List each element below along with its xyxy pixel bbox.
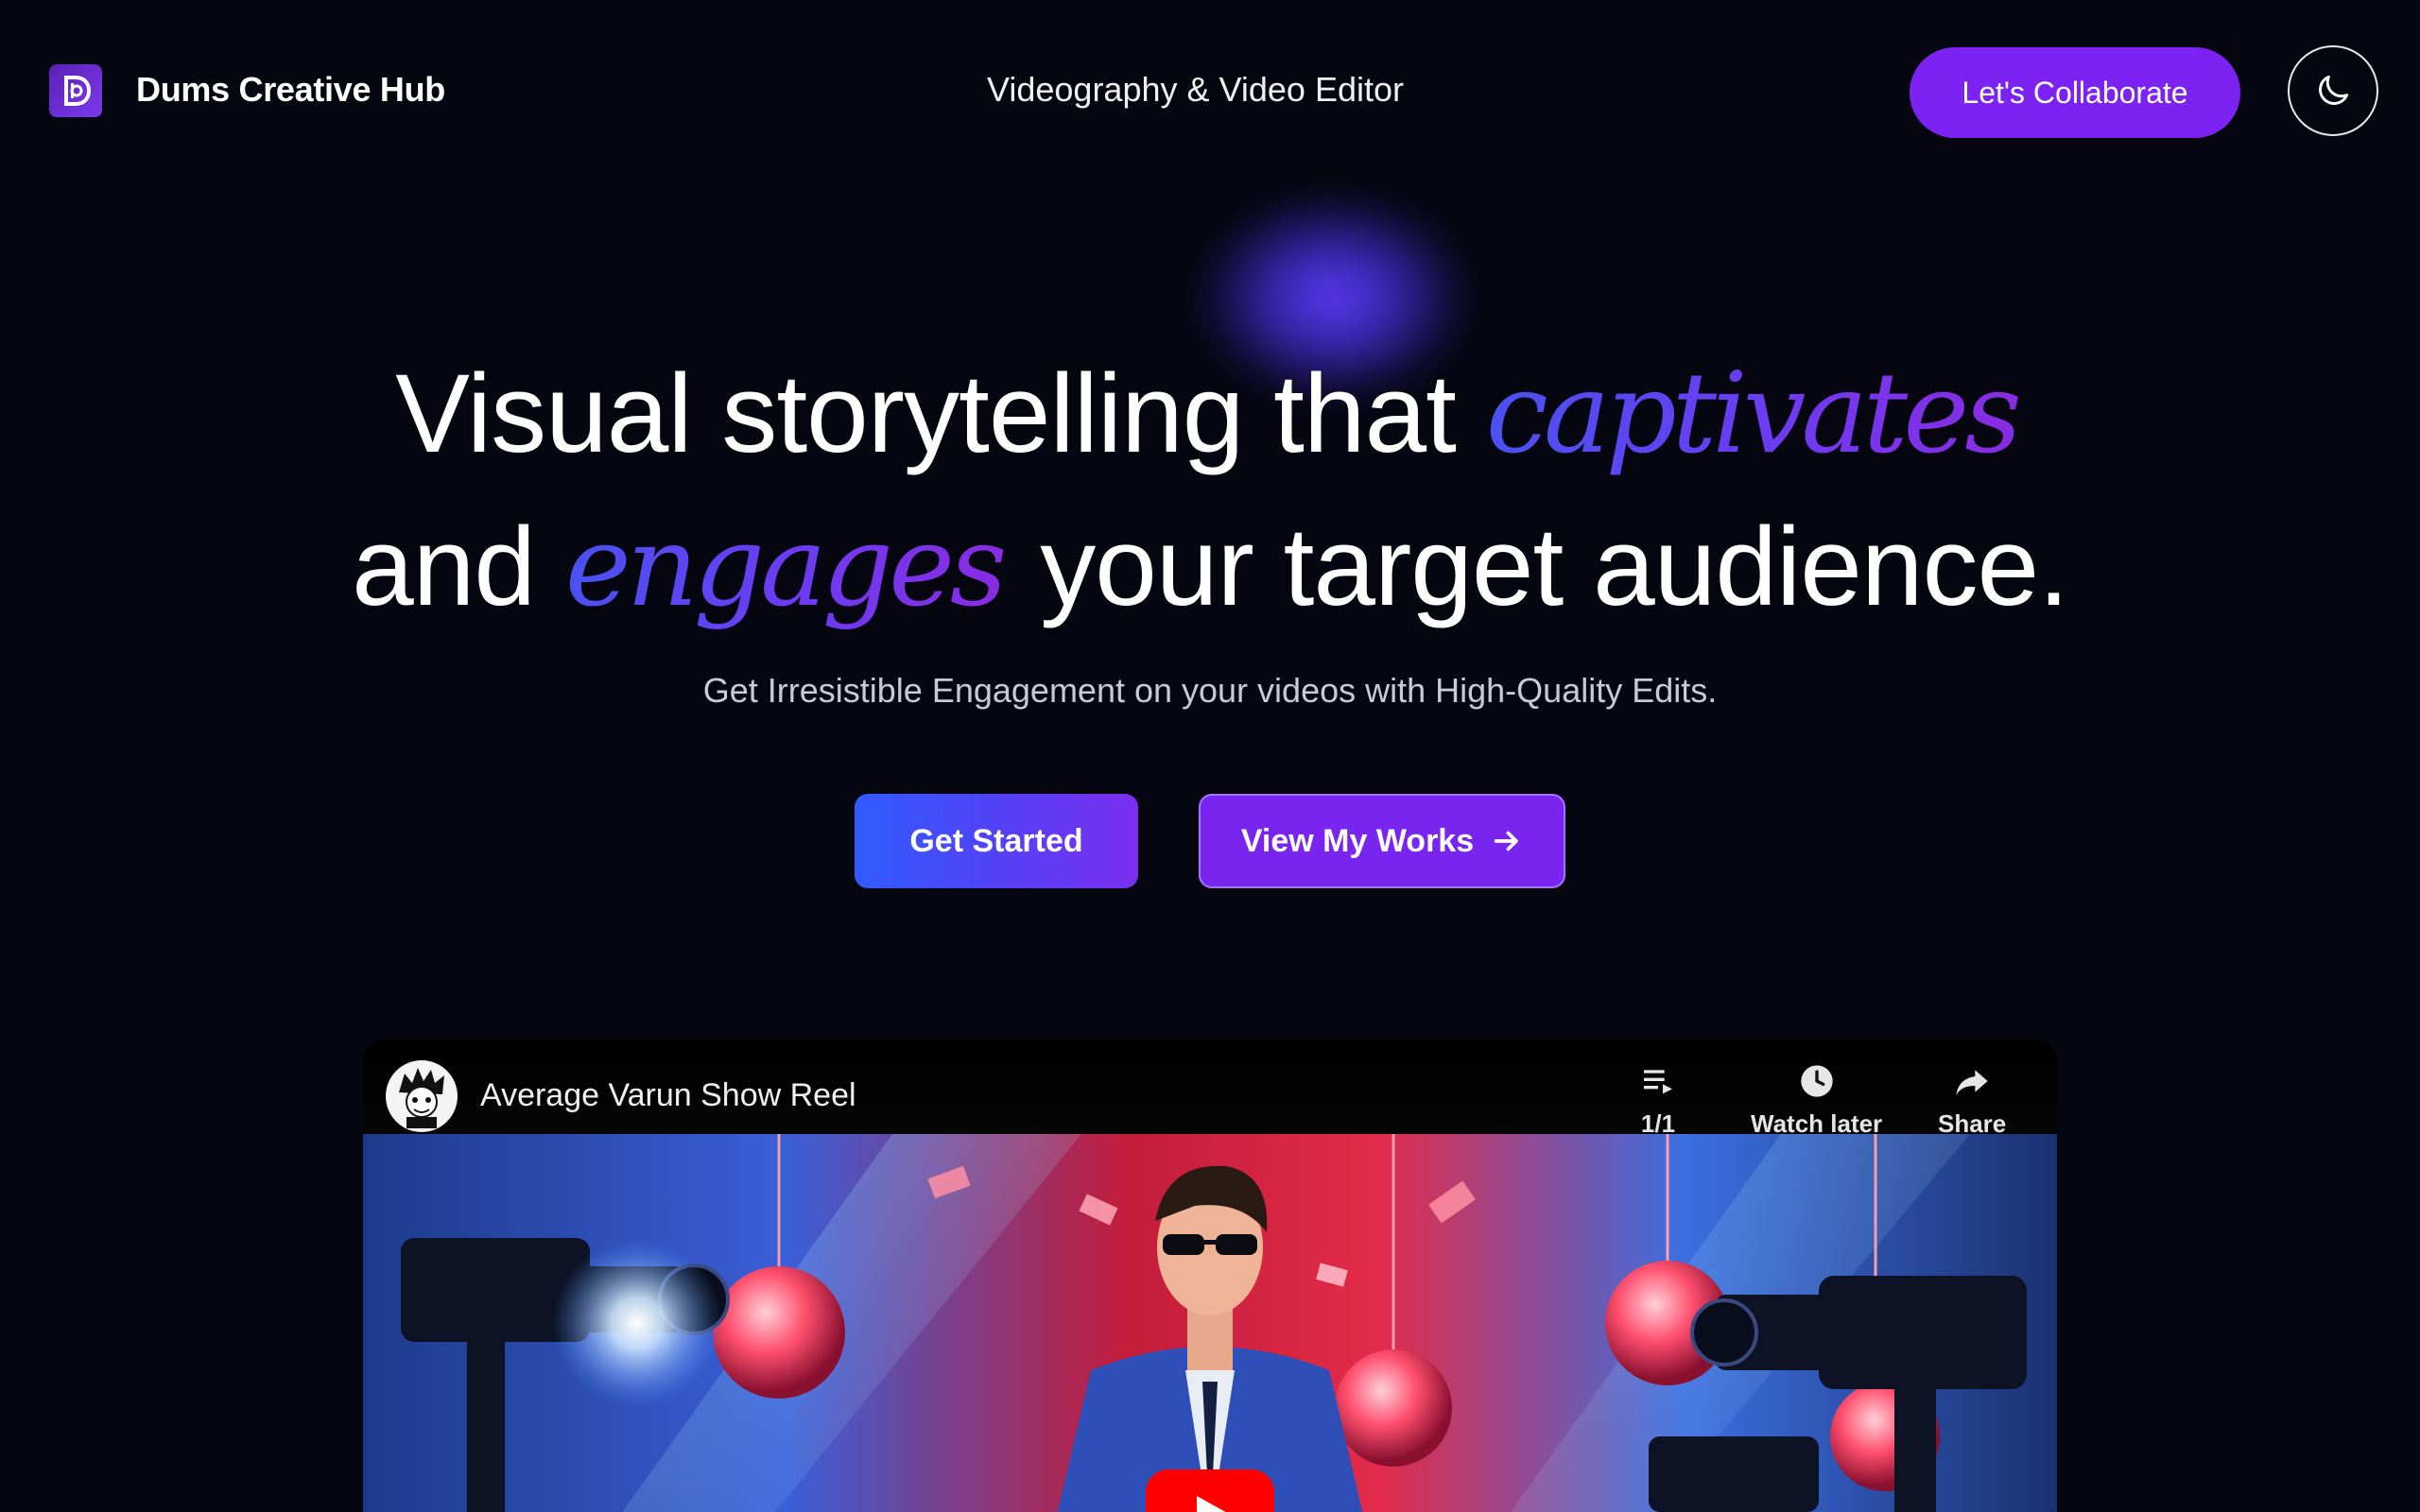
play-icon <box>1197 1496 1226 1512</box>
brand-name[interactable]: Dums Creative Hub <box>136 70 445 110</box>
share-control[interactable]: Share <box>1938 1062 2006 1139</box>
play-button[interactable] <box>1146 1469 1274 1512</box>
playlist-count: 1/1 <box>1640 1109 1676 1138</box>
brand-logo[interactable] <box>49 64 102 117</box>
logo-mark-icon <box>64 76 92 106</box>
channel-avatar-image <box>388 1062 456 1130</box>
hero-heading-text: your target audience. <box>1010 505 2069 629</box>
video-embed[interactable]: Average Varun Show Reel 1/1 Watch later … <box>363 1040 2057 1512</box>
view-my-works-button[interactable]: View My Works <box>1199 794 1565 888</box>
theme-toggle-button[interactable] <box>2288 45 2378 136</box>
hero-heading-line-1: Visual storytelling that captivates <box>0 357 2420 470</box>
get-started-label: Get Started <box>909 822 1083 859</box>
video-thumbnail[interactable] <box>363 1134 2057 1512</box>
page: Dums Creative Hub Videography & Video Ed… <box>0 0 2420 1512</box>
share-icon <box>1956 1070 1988 1095</box>
hero-accent-word: captivates <box>1486 348 2025 478</box>
collaborate-button[interactable]: Let's Collaborate <box>1910 47 2240 138</box>
hero-heading-text: Visual storytelling that <box>395 352 1486 476</box>
watch-later-label: Watch later <box>1751 1109 1883 1138</box>
hero-subtitle: Get Irresistible Engagement on your vide… <box>702 671 1718 710</box>
watch-later-control[interactable]: Watch later <box>1751 1062 1882 1139</box>
moon-icon <box>2319 75 2349 105</box>
hero-accent-word: engages <box>565 501 1011 631</box>
get-started-button[interactable]: Get Started <box>855 794 1138 888</box>
view-my-works-label: View My Works <box>1240 822 1475 859</box>
channel-avatar[interactable] <box>386 1060 458 1132</box>
video-title[interactable]: Average Varun Show Reel <box>480 1077 856 1114</box>
arrow-right-icon <box>1494 831 1518 851</box>
share-label: Share <box>1938 1109 2007 1138</box>
header-tagline: Videography & Video Editor <box>987 70 1404 109</box>
hero-heading-line-2: and engages your target audience. <box>0 510 2420 623</box>
playlist-control[interactable]: 1/1 <box>1639 1062 1677 1139</box>
hero-heading-text: and <box>352 505 565 629</box>
playlist-icon <box>1644 1070 1672 1094</box>
clock-icon <box>1800 1065 1833 1097</box>
